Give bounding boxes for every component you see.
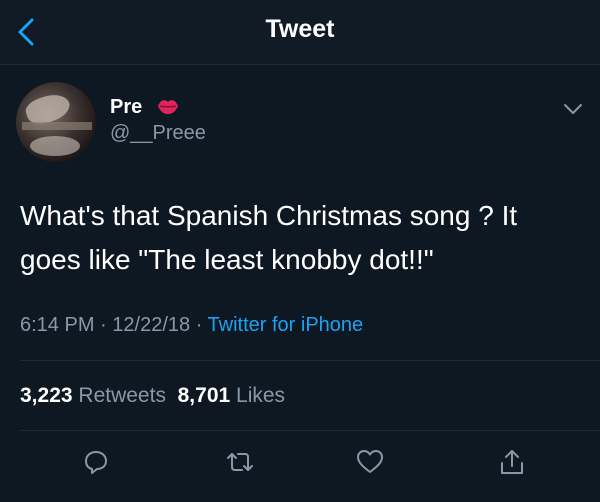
retweets-stat[interactable]: 3,223 Retweets [20, 384, 166, 407]
meta-separator: · [195, 314, 208, 336]
top-bar: Tweet [0, 0, 600, 65]
like-button[interactable] [352, 444, 388, 480]
avatar[interactable] [16, 82, 96, 162]
heart-icon [357, 450, 383, 473]
tweet-meta: 6:14 PM · 12/22/18 · Twitter for iPhone [20, 314, 363, 337]
likes-stat[interactable]: 8,701 Likes [178, 384, 285, 407]
user-display-name[interactable]: Pre [110, 96, 142, 119]
tweet-time: 6:14 PM [20, 314, 95, 336]
meta-separator: · [100, 314, 113, 336]
tweet-source-link[interactable]: Twitter for iPhone [208, 314, 364, 336]
tweet-date: 12/22/18 [112, 314, 191, 336]
lips-icon [158, 100, 178, 114]
tweet-stats: 3,223 Retweets 8,701 Likes [20, 384, 285, 408]
retweets-count: 3,223 [20, 384, 73, 407]
share-icon [501, 450, 523, 474]
tweet-text: What's that Spanish Christmas song ? It … [20, 200, 518, 275]
divider [20, 430, 600, 431]
chevron-down-icon[interactable] [560, 98, 586, 120]
likes-label: Likes [236, 384, 286, 407]
retweet-icon [227, 453, 253, 471]
user-handle[interactable]: @__Preee [110, 122, 206, 145]
retweets-label: Retweets [78, 384, 166, 407]
retweet-button[interactable] [222, 444, 258, 480]
reply-button[interactable] [78, 444, 114, 480]
share-button[interactable] [494, 444, 530, 480]
reply-icon [85, 451, 107, 474]
divider [20, 360, 600, 361]
likes-count: 8,701 [177, 384, 231, 407]
page-title: Tweet [265, 15, 335, 43]
